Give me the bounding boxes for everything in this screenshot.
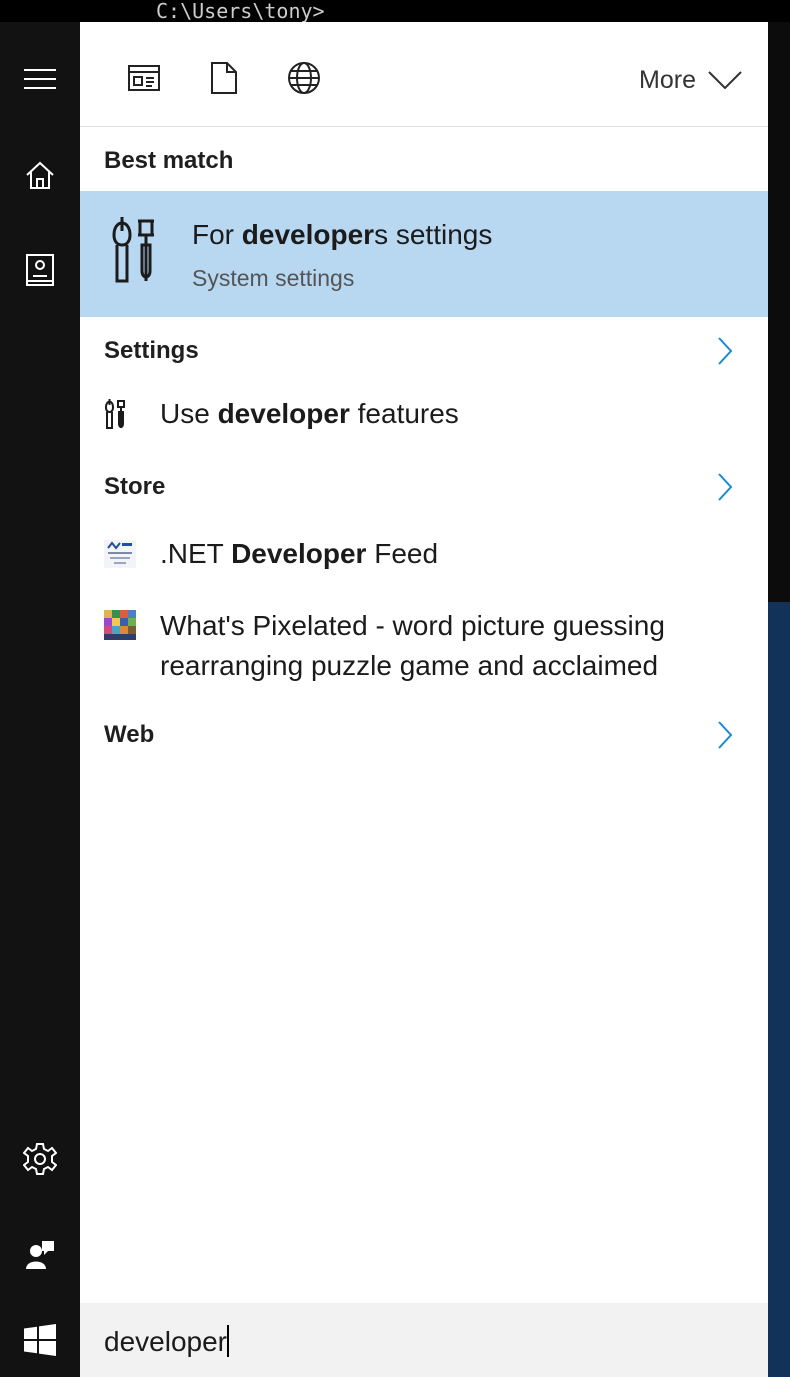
more-label: More <box>639 65 696 94</box>
store-result-line: What's Pixelated - word picture guessing <box>160 610 665 641</box>
search-box[interactable]: developer <box>80 1303 768 1377</box>
best-match-subtitle: System settings <box>192 265 355 291</box>
apps-filter-button[interactable] <box>126 60 162 96</box>
more-filters-button[interactable]: More <box>639 62 742 98</box>
best-match-item[interactable]: For developers settings System settings <box>80 191 768 317</box>
web-icon <box>288 62 320 94</box>
store-header[interactable]: Store <box>104 473 165 501</box>
developer-features-icon <box>104 399 125 429</box>
settings-header[interactable]: Settings <box>104 337 199 365</box>
home-icon <box>26 161 54 189</box>
text-caret <box>226 1325 229 1357</box>
store-result-label: .NET Developer Feed <box>160 538 439 569</box>
settings-chevron-icon[interactable] <box>714 336 736 366</box>
notebook-button[interactable] <box>0 230 80 310</box>
developer-settings-icon <box>112 217 154 283</box>
store-result-line: rearranging puzzle game and acclaimed <box>160 650 659 681</box>
search-input[interactable]: developer <box>104 1325 704 1358</box>
console-window: C:\Users\tony> <box>0 0 790 22</box>
filter-bar: More <box>80 22 768 127</box>
store-result-label: What's Pixelated - word picture guessing… <box>160 606 740 686</box>
apps-icon <box>128 65 160 91</box>
documents-icon <box>211 62 237 94</box>
pixelated-app-icon <box>104 610 136 640</box>
left-rail <box>0 22 80 1377</box>
notebook-icon <box>26 254 54 286</box>
feedback-icon <box>26 1241 54 1269</box>
start-button[interactable] <box>0 1303 80 1377</box>
settings-result-label: Use developer features <box>160 398 459 429</box>
web-chevron-icon[interactable] <box>714 720 736 750</box>
documents-filter-button[interactable] <box>206 60 242 96</box>
windows-logo-icon <box>24 1324 56 1356</box>
best-match-title: For developers settings <box>192 219 493 250</box>
menu-button[interactable] <box>0 39 80 119</box>
console-prompt: C:\Users\tony> <box>156 0 325 23</box>
chevron-down-icon <box>708 71 742 89</box>
feedback-button[interactable] <box>0 1215 80 1295</box>
web-filter-button[interactable] <box>286 60 322 96</box>
desktop-background-blue <box>768 602 790 1377</box>
dotnet-feed-app-icon <box>104 540 136 568</box>
search-results-panel: More Best match For developers settings … <box>80 22 768 1303</box>
settings-button[interactable] <box>0 1119 80 1199</box>
web-header[interactable]: Web <box>104 721 154 749</box>
desktop-background <box>768 22 790 602</box>
best-match-header: Best match <box>104 147 234 174</box>
store-chevron-icon[interactable] <box>714 472 736 502</box>
menu-icon <box>24 69 56 89</box>
settings-icon <box>23 1143 57 1175</box>
home-button[interactable] <box>0 135 80 215</box>
